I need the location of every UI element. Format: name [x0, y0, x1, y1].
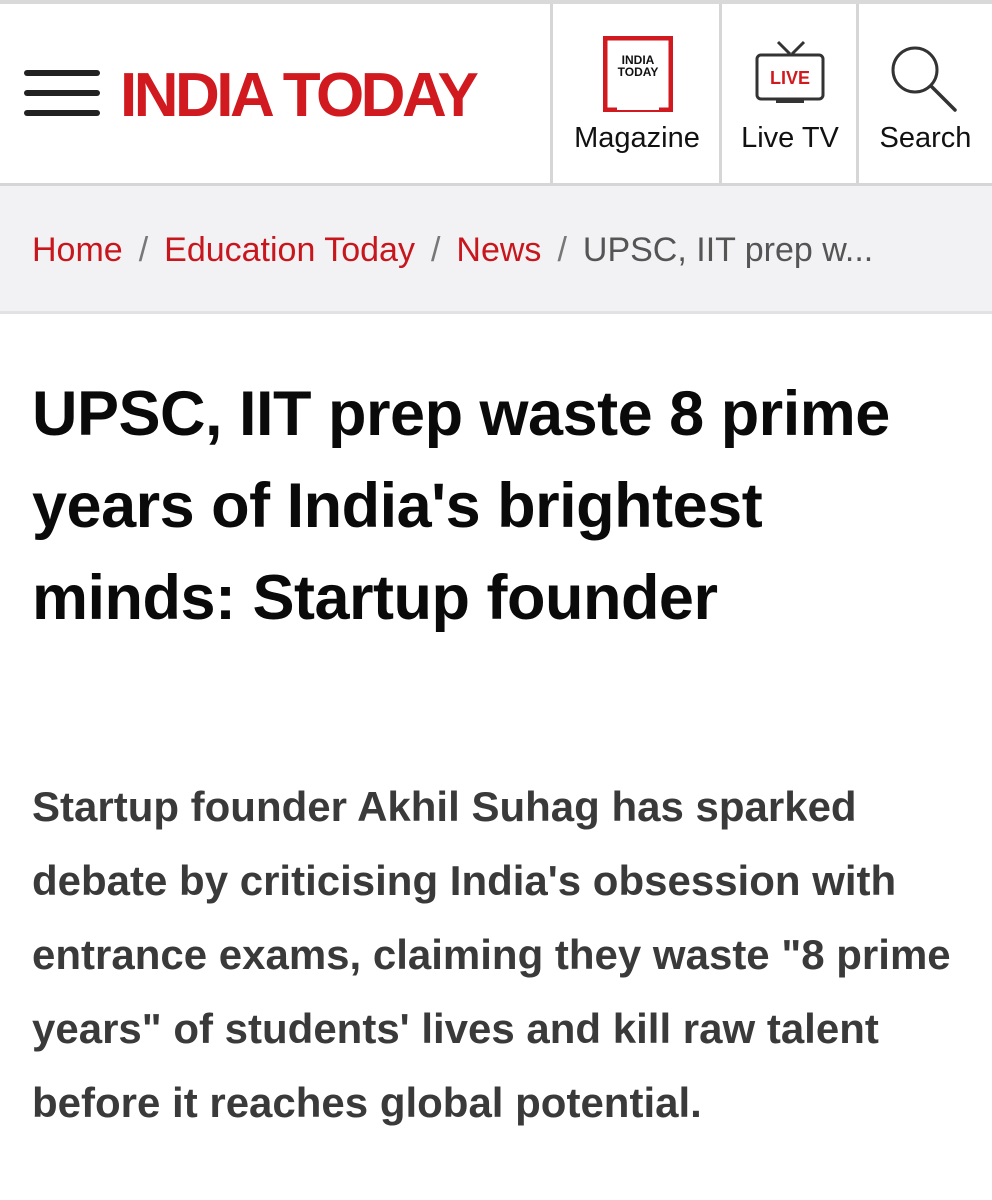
breadcrumb-news[interactable]: News [456, 231, 541, 269]
site-header: INDIA TODAY INDIA TODAY Magazine LIVE Li… [0, 0, 992, 187]
magazine-button[interactable]: INDIA TODAY Magazine [550, 4, 721, 187]
svg-text:LIVE: LIVE [770, 68, 810, 88]
live-tv-button[interactable]: LIVE Live TV [719, 4, 858, 187]
breadcrumb-home[interactable]: Home [32, 231, 123, 269]
live-tv-label: Live TV [741, 122, 839, 154]
magazine-label: Magazine [574, 122, 700, 154]
site-logo[interactable]: INDIA TODAY [120, 60, 479, 132]
breadcrumb-separator: / [557, 231, 567, 269]
breadcrumb-bar: Home / Education Today / News / UPSC, IIT prep… [0, 186, 992, 314]
breadcrumb-education-today[interactable]: Education Today [164, 231, 415, 269]
magazine-icon: INDIA TODAY [603, 36, 673, 112]
live-tv-icon: LIVE [755, 40, 825, 103]
breadcrumb-separator: / [430, 231, 441, 269]
breadcrumb-current: UPSC, IIT prep w... [582, 231, 874, 269]
search-label: Search [879, 122, 972, 154]
article-summary: Startup founder Akhil Suhag has sparked … [32, 783, 951, 1126]
article-headline: UPSC, IIT prep waste 8 prime years of In… [32, 379, 890, 633]
search-button[interactable]: Search [856, 4, 992, 187]
search-icon [891, 46, 957, 112]
breadcrumb: Home / Education Today / News / UPSC, IIT prep… [32, 228, 873, 272]
hamburger-menu-icon[interactable] [24, 70, 100, 118]
svg-text:TODAY: TODAY [618, 65, 659, 79]
breadcrumb-separator: / [138, 231, 149, 269]
